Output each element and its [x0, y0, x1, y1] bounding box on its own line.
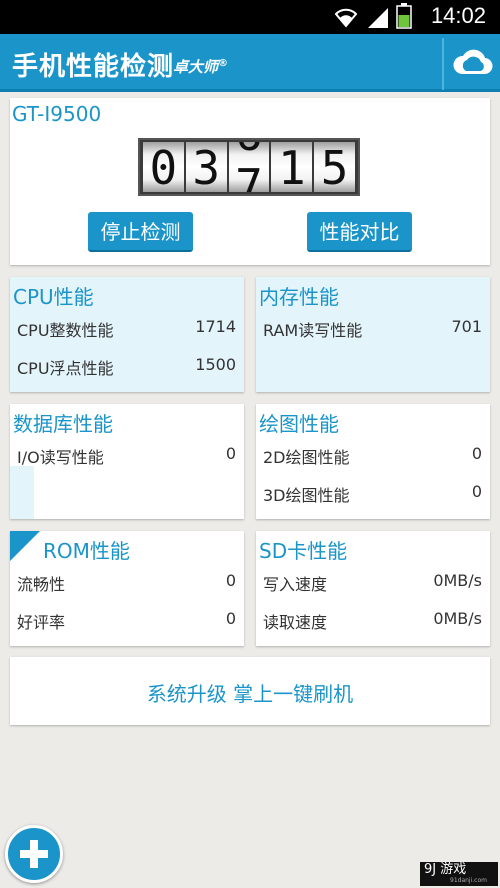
- rolling-digit-previous: 6: [229, 142, 270, 160]
- cpu-card[interactable]: CPU性能 CPU整数性能 1714 CPU浮点性能 1500: [10, 277, 244, 392]
- active-corner-flag: [10, 531, 40, 561]
- score-digit: 5: [314, 142, 355, 192]
- score-digit: 3: [185, 142, 227, 192]
- upgrade-link[interactable]: 系统升级 掌上一键刷机: [10, 678, 490, 707]
- system-upgrade-banner[interactable]: 系统升级 掌上一键刷机: [10, 657, 490, 725]
- signal-icon: [368, 8, 388, 28]
- card-title: 内存性能: [259, 285, 339, 309]
- rom-card[interactable]: ROM性能 流畅性 0 好评率 0: [10, 531, 244, 646]
- score-digit-rolling: 6 7: [228, 142, 270, 192]
- battery-icon: [396, 3, 412, 29]
- graphics-card[interactable]: 绘图性能 2D绘图性能 0 3D绘图性能 0: [256, 404, 490, 519]
- device-panel: GT-I9500 0 3 6 7 1 5 停止检测 性能对比: [10, 98, 490, 265]
- metric-label: 好评率: [17, 613, 66, 632]
- clock: 14:02: [430, 3, 486, 28]
- cloud-button[interactable]: [448, 38, 498, 90]
- metric-value: 0: [471, 444, 482, 463]
- brand-logo: 卓大师®: [173, 56, 228, 77]
- rolling-digit-current: 7: [235, 159, 263, 192]
- metric-label: I/O读写性能: [17, 448, 104, 467]
- memory-card[interactable]: 内存性能 RAM读写性能 701: [256, 277, 490, 392]
- stop-test-button[interactable]: 停止检测: [88, 212, 193, 252]
- metric-value: 1500: [195, 355, 236, 374]
- brand-name: 卓大师: [173, 58, 219, 76]
- metric-value: 0: [225, 571, 236, 590]
- card-title: CPU性能: [13, 285, 94, 309]
- device-model: GT-I9500: [12, 102, 102, 126]
- metric-label: 2D绘图性能: [263, 448, 350, 467]
- compare-button[interactable]: 性能对比: [307, 212, 412, 252]
- metric-value: 0MB/s: [433, 571, 482, 590]
- card-title: SD卡性能: [259, 539, 348, 563]
- score-digit: 1: [271, 142, 313, 192]
- metric-value: 701: [451, 317, 482, 336]
- metric-label: CPU浮点性能: [17, 359, 114, 378]
- score-digit: 0: [143, 142, 184, 192]
- card-title: 绘图性能: [259, 412, 339, 436]
- add-button[interactable]: [5, 825, 63, 883]
- plus-icon-bar: [30, 840, 38, 868]
- metric-label: 读取速度: [263, 613, 328, 632]
- app-title: 手机性能检测: [12, 52, 175, 82]
- metric-value: 1714: [195, 317, 236, 336]
- metric-label: 流畅性: [17, 575, 66, 594]
- metric-label: 3D绘图性能: [263, 486, 350, 505]
- cloud-icon: [453, 49, 493, 75]
- metric-label: 写入速度: [263, 575, 328, 594]
- card-title: 数据库性能: [13, 412, 113, 436]
- watermark-text: 9J 游戏: [424, 862, 467, 877]
- metric-label: CPU整数性能: [17, 321, 114, 340]
- wifi-icon: [334, 8, 358, 28]
- metric-value: 0: [225, 609, 236, 628]
- site-watermark: 9J 游戏 91danji.com: [420, 862, 498, 886]
- metric-value: 0: [225, 444, 236, 463]
- app-bar-divider: [442, 38, 444, 90]
- metric-value: 0MB/s: [433, 609, 482, 628]
- sd-card[interactable]: SD卡性能 写入速度 0MB/s 读取速度 0MB/s: [256, 531, 490, 646]
- watermark-url: 91danji.com: [450, 877, 487, 884]
- progress-strip: [10, 466, 34, 519]
- metric-label: RAM读写性能: [263, 321, 363, 340]
- app-bar: 手机性能检测 卓大师®: [0, 34, 500, 92]
- database-card[interactable]: 数据库性能 I/O读写性能 0: [10, 404, 244, 519]
- metric-value: 0: [471, 482, 482, 501]
- status-bar: 14:02: [0, 0, 500, 34]
- brand-mark: ®: [218, 58, 229, 69]
- score-counter: 0 3 6 7 1 5: [138, 138, 360, 196]
- card-title: ROM性能: [43, 539, 130, 563]
